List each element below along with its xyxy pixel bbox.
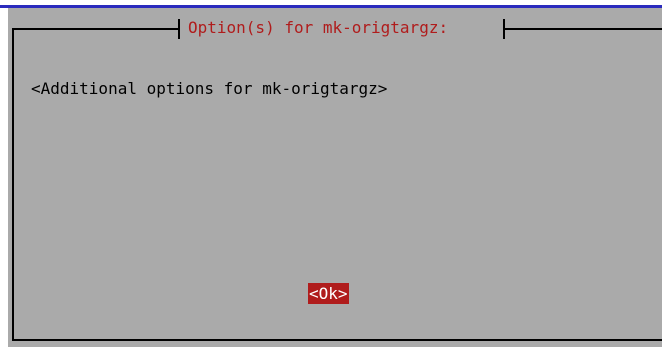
dialog-frame-top-right [505, 28, 662, 30]
title-separator-right [503, 19, 505, 39]
dialog-message: <Additional options for mk-origtargz> [31, 79, 388, 98]
options-dialog: Option(s) for mk-origtargz: <Additional … [8, 8, 662, 347]
title-separator-left [178, 19, 180, 39]
dialog-title: Option(s) for mk-origtargz: [188, 18, 449, 37]
dialog-frame-top-left [12, 28, 179, 30]
terminal-screen: Option(s) for mk-origtargz: <Additional … [0, 0, 662, 347]
dialog-frame-left [12, 28, 14, 341]
ok-button[interactable]: <Ok> [308, 283, 349, 304]
dialog-frame-bottom [12, 339, 662, 341]
